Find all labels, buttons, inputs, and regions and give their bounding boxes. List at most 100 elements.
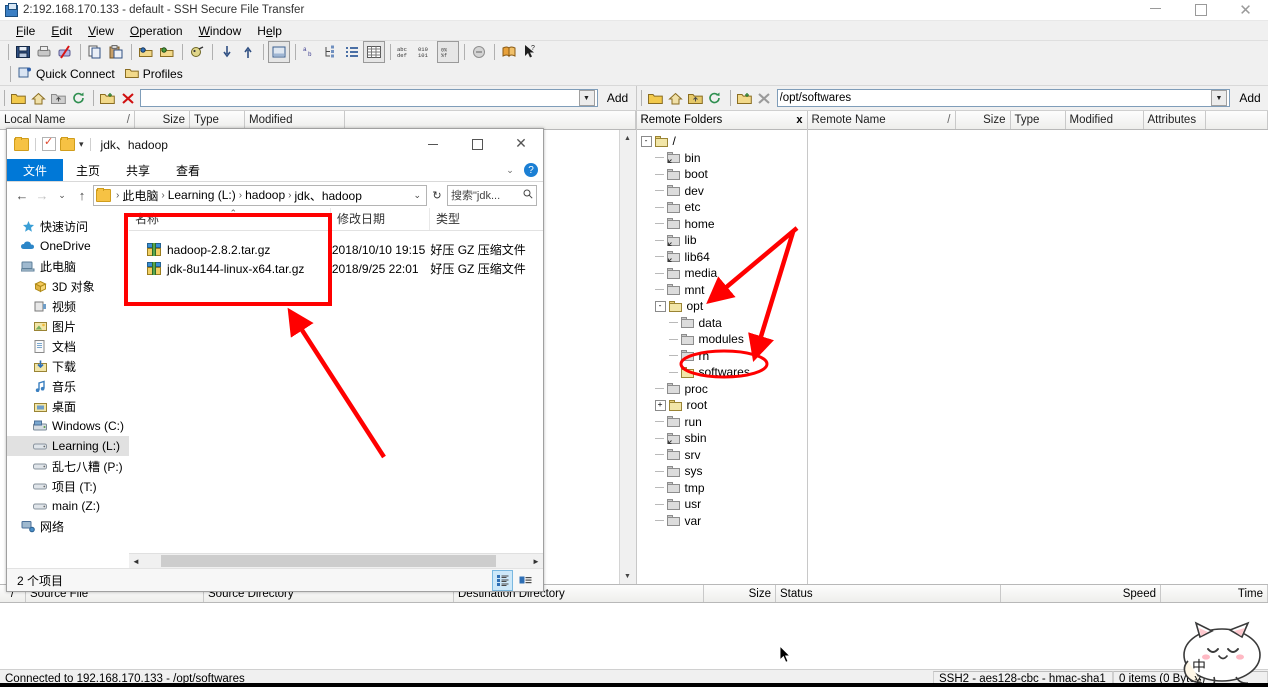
remote-refresh-icon[interactable]: [706, 89, 725, 108]
recent-locations-button[interactable]: ⌄: [53, 186, 71, 204]
help-book-icon[interactable]: [499, 42, 519, 62]
nav-item-7[interactable]: 下载: [7, 356, 129, 376]
local-add-button[interactable]: Add: [600, 91, 636, 105]
breadcrumb-item-3[interactable]: jdk、hadoop: [294, 187, 361, 204]
print-icon[interactable]: [34, 42, 54, 62]
tree-node-dev[interactable]: dev: [637, 183, 807, 200]
transfer-col-speed[interactable]: Speed: [1001, 585, 1161, 602]
remote-path-dropdown-icon[interactable]: ▼: [1211, 90, 1227, 106]
menu-window[interactable]: Window: [191, 22, 250, 40]
tree-node-proc[interactable]: proc: [637, 381, 807, 398]
breadcrumb-item-2[interactable]: hadoop: [245, 188, 285, 202]
menu-file[interactable]: FFileile: [8, 22, 43, 40]
tree-node-home[interactable]: home: [637, 216, 807, 233]
tree-node-mnt[interactable]: mnt: [637, 282, 807, 299]
tree-node-bin[interactable]: bin: [637, 150, 807, 167]
remote-col-type[interactable]: Type: [1011, 111, 1066, 129]
remote-col-attributes[interactable]: Attributes: [1144, 111, 1206, 129]
breadcrumb-item-0[interactable]: 此电脑: [122, 187, 158, 204]
remote-open-folder-icon[interactable]: [646, 89, 665, 108]
ribbon-tab-view[interactable]: 查看: [163, 159, 213, 181]
nav-item-1[interactable]: OneDrive: [7, 236, 129, 256]
binary-mode-icon[interactable]: 010101: [416, 42, 436, 62]
breadcrumb-dropdown-icon[interactable]: ⌄: [410, 190, 424, 201]
local-open-folder-icon[interactable]: [9, 89, 28, 108]
search-input[interactable]: 搜索"jdk...: [447, 185, 537, 206]
quick-connect-button[interactable]: Quick Connect: [15, 65, 122, 84]
close-icon[interactable]: x: [796, 114, 802, 126]
profiles-button[interactable]: Profiles: [122, 66, 190, 83]
list-view-icon[interactable]: [342, 42, 362, 62]
back-button[interactable]: ←: [13, 186, 31, 204]
nav-item-8[interactable]: 音乐: [7, 376, 129, 396]
disconnect-icon[interactable]: [187, 42, 207, 62]
tree-node-lib64[interactable]: lib64: [637, 249, 807, 266]
new-folder-icon[interactable]: [60, 138, 75, 151]
stop-icon[interactable]: [469, 42, 489, 62]
nav-item-15[interactable]: 网络: [7, 516, 129, 536]
remote-up-folder-icon[interactable]: [686, 89, 705, 108]
tree-node-lib[interactable]: lib: [637, 232, 807, 249]
hscroll-right-icon[interactable]: ►: [529, 557, 543, 566]
tree-node-data[interactable]: data: [637, 315, 807, 332]
remote-home-icon[interactable]: [666, 89, 685, 108]
ribbon-tab-file[interactable]: 文件: [7, 159, 63, 181]
file-col-modified[interactable]: 修改日期: [331, 208, 430, 230]
nav-item-10[interactable]: Windows (C:): [7, 416, 129, 436]
remote-file-list[interactable]: [808, 130, 1268, 584]
refresh-button[interactable]: ↻: [429, 189, 445, 202]
remote-new-folder-icon[interactable]: [735, 89, 754, 108]
local-up-folder-icon[interactable]: [49, 89, 68, 108]
open-remote-folder-icon[interactable]: [157, 42, 177, 62]
breadcrumb[interactable]: › 此电脑 › Learning (L:) › hadoop › jdk、had…: [93, 185, 427, 206]
local-col-size[interactable]: Size: [135, 111, 190, 129]
tree-node-sbin[interactable]: sbin: [637, 430, 807, 447]
menu-edit[interactable]: Edit: [43, 22, 80, 40]
hscroll-left-icon[interactable]: ◄: [129, 557, 143, 566]
tree-node-media[interactable]: media: [637, 265, 807, 282]
local-vscrollbar[interactable]: ▲ ▼: [619, 130, 636, 584]
nav-item-4[interactable]: 视频: [7, 296, 129, 316]
tree-node-modules[interactable]: modules: [637, 331, 807, 348]
download-arrow-icon[interactable]: [217, 42, 237, 62]
ribbon-tab-share[interactable]: 共享: [113, 159, 163, 181]
nav-item-3[interactable]: 3D 对象: [7, 276, 129, 296]
up-button[interactable]: ↑: [73, 186, 91, 204]
local-home-icon[interactable]: [29, 89, 48, 108]
local-delete-icon[interactable]: [118, 89, 137, 108]
nav-item-11[interactable]: Learning (L:): [7, 436, 129, 456]
explorer-hscrollbar[interactable]: ◄ ►: [129, 553, 543, 568]
file-col-type[interactable]: 类型: [430, 208, 543, 230]
local-refresh-icon[interactable]: [69, 89, 88, 108]
tree-node-sys[interactable]: sys: [637, 463, 807, 480]
tree-node-softwares[interactable]: softwares: [637, 364, 807, 381]
remote-col-name[interactable]: Remote Name/: [808, 111, 956, 129]
hscroll-thumb[interactable]: [161, 555, 496, 567]
nav-item-9[interactable]: 桌面: [7, 396, 129, 416]
nav-item-2[interactable]: 此电脑: [7, 256, 129, 276]
hscroll-track[interactable]: [143, 555, 529, 567]
nav-item-13[interactable]: 项目 (T:): [7, 476, 129, 496]
breadcrumb-item-1[interactable]: Learning (L:): [168, 188, 236, 202]
local-new-folder-icon[interactable]: [98, 89, 117, 108]
explorer-navigation-pane[interactable]: 快速访问OneDrive此电脑3D 对象视频图片文档下载音乐桌面Windows …: [7, 208, 129, 568]
tree-node-usr[interactable]: usr: [637, 496, 807, 513]
local-path-dropdown-icon[interactable]: ▼: [579, 90, 595, 106]
transfer-col-time[interactable]: Time: [1161, 585, 1268, 602]
transfer-col-size[interactable]: Size: [704, 585, 776, 602]
tree-node-srv[interactable]: srv: [637, 447, 807, 464]
ascii-mode-icon[interactable]: abcdef: [395, 42, 415, 62]
qa-dropdown-icon[interactable]: ▾: [79, 139, 84, 150]
details-view-icon[interactable]: [363, 41, 385, 63]
chevron-down-icon[interactable]: ⌄: [501, 159, 519, 181]
collapse-icon[interactable]: -: [655, 301, 666, 312]
close-button[interactable]: ✕: [1223, 0, 1268, 20]
maximize-button[interactable]: [1178, 0, 1223, 20]
tree-node-[interactable]: -/: [637, 133, 807, 150]
context-help-icon[interactable]: ?: [520, 42, 540, 62]
list-tree-icon[interactable]: [321, 42, 341, 62]
explorer-minimize-button[interactable]: [411, 129, 455, 159]
remote-col-modified[interactable]: Modified: [1066, 111, 1144, 129]
tree-node-var[interactable]: var: [637, 513, 807, 530]
nav-item-5[interactable]: 图片: [7, 316, 129, 336]
